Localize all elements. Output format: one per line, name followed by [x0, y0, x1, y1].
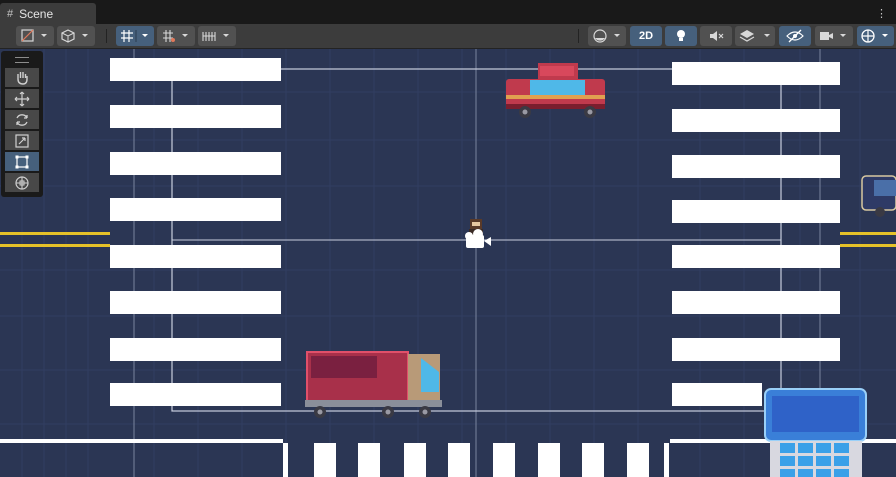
camera-gizmo-icon[interactable] [465, 229, 491, 248]
increment-snapping-dropdown[interactable] [157, 26, 195, 46]
toggle-2d-button[interactable]: 2D [630, 26, 662, 46]
hand-icon [17, 71, 28, 85]
gizmos-dropdown[interactable] [857, 26, 894, 46]
move-tool[interactable] [5, 89, 39, 108]
transform-tool[interactable] [5, 173, 39, 192]
transform-icon [15, 175, 29, 190]
grid-snap-icon [121, 30, 148, 42]
camera-icon [820, 32, 846, 40]
effects-dropdown[interactable] [735, 26, 775, 46]
crosswalk-right [672, 62, 840, 406]
rotate-tool[interactable] [5, 110, 39, 129]
rect-transform-icon [15, 155, 29, 168]
hand-tool[interactable] [5, 68, 39, 87]
draw-mode-dropdown[interactable] [16, 26, 54, 46]
crosswalk-bottom [314, 443, 649, 477]
rect-tool[interactable] [5, 152, 39, 171]
scene-canvas[interactable] [0, 49, 896, 477]
window-tab-bar: # Scene ⋮ [0, 0, 896, 24]
grid-icon: # [7, 7, 14, 20]
tool-palette-drag-handle[interactable] [15, 57, 29, 63]
scale-tool[interactable] [5, 131, 39, 150]
shading-icon [21, 29, 47, 42]
shading-mode-dropdown[interactable] [588, 26, 626, 46]
toolbar-separator [106, 29, 107, 43]
bus-stop-sprite[interactable] [764, 388, 867, 477]
audio-mute-icon [710, 31, 724, 41]
scene-tab-label: Scene [19, 6, 54, 21]
snap-increment-icon [163, 30, 188, 42]
lightbulb-icon [677, 30, 685, 41]
sphere-icon [593, 29, 620, 43]
ruler-grid-icon [202, 32, 229, 41]
scene-visibility-toggle[interactable] [779, 26, 811, 46]
scene-viewport[interactable] [0, 49, 896, 477]
grid-snapping-toggle[interactable] [116, 26, 154, 46]
partial-car-sprite[interactable] [861, 175, 896, 217]
audio-toggle[interactable] [700, 26, 732, 46]
camera-dropdown[interactable] [815, 26, 853, 46]
layers-icon [739, 30, 770, 42]
scene-toolbar: 2D [0, 24, 896, 49]
gizmo-cube-dropdown[interactable] [57, 26, 95, 46]
move-arrows-icon [14, 91, 30, 106]
lighting-toggle[interactable] [665, 26, 697, 46]
eye-hidden-icon [786, 29, 804, 43]
grid-visibility-dropdown[interactable] [198, 26, 236, 46]
kebab-menu-icon[interactable]: ⋮ [876, 7, 888, 20]
tool-palette [1, 51, 43, 197]
red-car-sprite[interactable] [506, 63, 605, 118]
toolbar-separator [578, 29, 579, 43]
crosswalk-left [110, 58, 281, 406]
rotate-icon [16, 113, 28, 126]
gizmo-globe-icon [860, 29, 888, 43]
scale-icon [15, 133, 29, 148]
cube-icon [61, 29, 88, 43]
scene-tab[interactable]: # Scene [0, 3, 96, 24]
